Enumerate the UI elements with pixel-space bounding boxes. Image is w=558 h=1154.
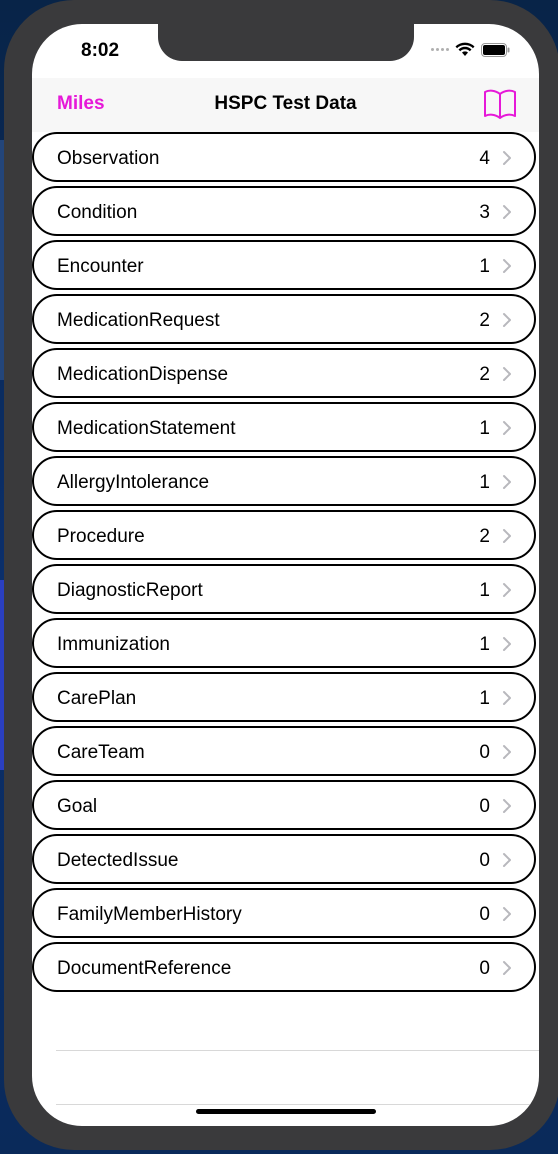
resource-count: 2 — [479, 310, 490, 331]
navigation-bar: Miles HSPC Test Data — [32, 78, 539, 132]
resource-label: MedicationRequest — [57, 310, 220, 331]
resource-label: Observation — [57, 148, 160, 169]
chevron-right-icon — [503, 151, 511, 165]
chevron-right-icon — [503, 313, 511, 327]
list-item[interactable]: MedicationDispense 2 — [32, 348, 536, 398]
chevron-right-icon — [503, 475, 511, 489]
list-item[interactable]: CareTeam 0 — [32, 726, 536, 776]
chevron-right-icon — [503, 421, 511, 435]
list-item[interactable]: MedicationStatement 1 — [32, 402, 536, 452]
resource-count: 2 — [479, 526, 490, 547]
resource-label: Immunization — [57, 634, 170, 655]
list-item[interactable]: Procedure 2 — [32, 510, 536, 560]
chevron-right-icon — [503, 961, 511, 975]
chevron-right-icon — [503, 745, 511, 759]
book-icon[interactable] — [483, 88, 517, 120]
chevron-right-icon — [503, 367, 511, 381]
resource-count: 0 — [479, 742, 490, 763]
resource-count: 1 — [479, 634, 490, 655]
list-item[interactable]: DiagnosticReport 1 — [32, 564, 536, 614]
chevron-right-icon — [503, 637, 511, 651]
status-icons — [431, 42, 511, 57]
list-separator — [56, 1104, 539, 1105]
resource-label: DiagnosticReport — [57, 580, 203, 601]
device-frame: 8:02 Miles HSPC Test Data Observation 4 … — [4, 0, 558, 1150]
page-title: HSPC Test Data — [214, 93, 357, 114]
resource-label: Condition — [57, 202, 138, 223]
resource-label: Procedure — [57, 526, 145, 547]
list-item[interactable]: Immunization 1 — [32, 618, 536, 668]
chevron-right-icon — [503, 259, 511, 273]
resource-label: CarePlan — [57, 688, 137, 709]
resource-label: FamilyMemberHistory — [57, 904, 242, 925]
list-item[interactable]: AllergyIntolerance 1 — [32, 456, 536, 506]
status-time: 8:02 — [81, 40, 120, 61]
chevron-right-icon — [503, 853, 511, 867]
signal-icon — [431, 48, 449, 51]
list-item[interactable]: DocumentReference 0 — [32, 942, 536, 992]
resource-label: Goal — [57, 796, 98, 817]
resource-label: MedicationDispense — [57, 364, 229, 385]
list-item[interactable]: DetectedIssue 0 — [32, 834, 536, 884]
chevron-right-icon — [503, 691, 511, 705]
resource-count: 0 — [479, 796, 490, 817]
list-item[interactable]: MedicationRequest 2 — [32, 294, 536, 344]
wifi-icon — [455, 42, 475, 56]
resource-label: DocumentReference — [57, 958, 232, 979]
list-item[interactable]: Condition 3 — [32, 186, 536, 236]
screen: 8:02 Miles HSPC Test Data Observation 4 … — [32, 24, 539, 1126]
resource-label: Encounter — [57, 256, 144, 277]
resource-label: CareTeam — [57, 742, 145, 763]
resource-label: DetectedIssue — [57, 850, 179, 871]
resource-count: 1 — [479, 418, 490, 439]
resource-count: 1 — [479, 256, 490, 277]
chevron-right-icon — [503, 907, 511, 921]
resource-count: 4 — [479, 148, 490, 169]
list-item[interactable]: Encounter 1 — [32, 240, 536, 290]
resource-count: 1 — [479, 688, 490, 709]
resource-label: AllergyIntolerance — [57, 472, 210, 493]
chevron-right-icon — [503, 529, 511, 543]
resource-count: 1 — [479, 580, 490, 601]
resource-count: 2 — [479, 364, 490, 385]
notch — [158, 24, 414, 61]
list-item[interactable]: Observation 4 — [32, 132, 536, 182]
home-indicator[interactable] — [196, 1109, 376, 1114]
list-item[interactable]: CarePlan 1 — [32, 672, 536, 722]
resource-count: 3 — [479, 202, 490, 223]
chevron-right-icon — [503, 205, 511, 219]
resource-count: 0 — [479, 958, 490, 979]
battery-icon — [481, 42, 510, 57]
resource-count: 0 — [479, 850, 490, 871]
resource-count: 0 — [479, 904, 490, 925]
resource-label: MedicationStatement — [57, 418, 236, 439]
list-separator — [56, 1050, 539, 1051]
resource-count: 1 — [479, 472, 490, 493]
list-item[interactable]: Goal 0 — [32, 780, 536, 830]
chevron-right-icon — [503, 799, 511, 813]
list-item[interactable]: FamilyMemberHistory 0 — [32, 888, 536, 938]
chevron-right-icon — [503, 583, 511, 597]
